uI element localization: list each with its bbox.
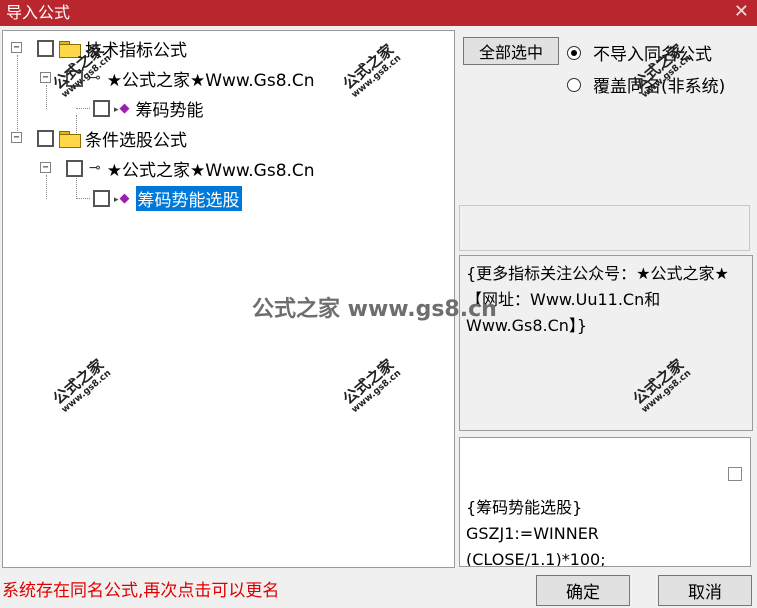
ok-button[interactable]: 确定 [536,575,630,606]
collapse-icon[interactable]: − [40,162,51,173]
tree-group-label: 技术指标公式 [85,40,187,61]
code-preview-checkbox[interactable] [728,467,742,481]
group-checkbox[interactable] [37,39,54,57]
code-preview[interactable]: {筹码势能选股} GSZJ1:=WINNER (CLOSE/1.1)*100; … [459,437,751,567]
key-icon: ⊸ [89,160,101,176]
cancel-button[interactable]: 取消 [658,575,752,606]
tree-group-screening[interactable]: − 条件选股公式 [11,126,187,151]
tree-connector [76,108,90,109]
formula-tree[interactable]: − 技术指标公式 − ⊸ ★公式之家★Www.Gs8.Cn ▸◆ 筹码势能 − … [2,30,455,568]
radio-label: 覆盖同名(非系统) [593,77,726,97]
description-text[interactable]: {更多指标关注公众号：★公式之家★【网址：Www.Uu11.Cn和Www.Gs8… [459,255,753,431]
tree-group-indicators[interactable]: − 技术指标公式 [11,36,187,61]
tree-group-label: 条件选股公式 [85,130,187,151]
tree-connector [76,198,90,199]
tree-item-indicator[interactable]: ▸◆ 筹码势能 [93,96,204,121]
tree-item-label-selected: 筹码势能选股 [135,185,242,211]
tree-source-label: ★公式之家★Www.Gs8.Cn [106,160,315,181]
formula-gem-icon: ▸◆ [114,100,130,116]
radio-label: 不导入同名公式 [593,45,712,65]
collapse-icon[interactable]: − [11,132,22,143]
folder-icon [59,130,81,148]
radio-button[interactable] [567,77,581,92]
status-message: 系统存在同名公式,再次点击可以更名 [2,581,280,601]
title-bar: 导入公式 ✕ [0,0,757,26]
radio-button-checked[interactable] [567,45,581,60]
formula-gem-icon: ▸◆ [114,190,130,206]
collapse-icon[interactable]: − [40,72,51,83]
folder-icon [59,40,81,58]
item-checkbox[interactable] [93,189,110,207]
key-icon: ⊸ [89,70,101,86]
select-all-button[interactable]: 全部选中 [463,37,559,65]
code-preview-text: {筹码势能选股} GSZJ1:=WINNER (CLOSE/1.1)*100; … [466,498,606,567]
tree-item-label: 筹码势能 [135,100,204,121]
import-formula-dialog: 导入公式 ✕ − 技术指标公式 − ⊸ ★公式之家★Www.Gs8.Cn ▸◆ … [0,0,757,608]
radio-skip-duplicates[interactable]: 不导入同名公式 [567,40,712,65]
source-checkbox[interactable] [66,159,83,177]
tree-source-label: ★公式之家★Www.Gs8.Cn [106,70,315,91]
info-panel-empty [459,205,750,251]
source-checkbox[interactable] [66,69,83,87]
tree-source-screening[interactable]: − ⊸ ★公式之家★Www.Gs8.Cn [40,156,315,181]
tree-item-screening[interactable]: ▸◆ 筹码势能选股 [93,185,242,211]
collapse-icon[interactable]: − [11,42,22,53]
close-icon[interactable]: ✕ [734,2,749,22]
radio-overwrite-duplicates[interactable]: 覆盖同名(非系统) [567,72,725,97]
window-title: 导入公式 [6,3,71,22]
item-checkbox[interactable] [93,99,110,117]
group-checkbox[interactable] [37,129,54,147]
tree-source-indicators[interactable]: − ⊸ ★公式之家★Www.Gs8.Cn [40,66,315,91]
